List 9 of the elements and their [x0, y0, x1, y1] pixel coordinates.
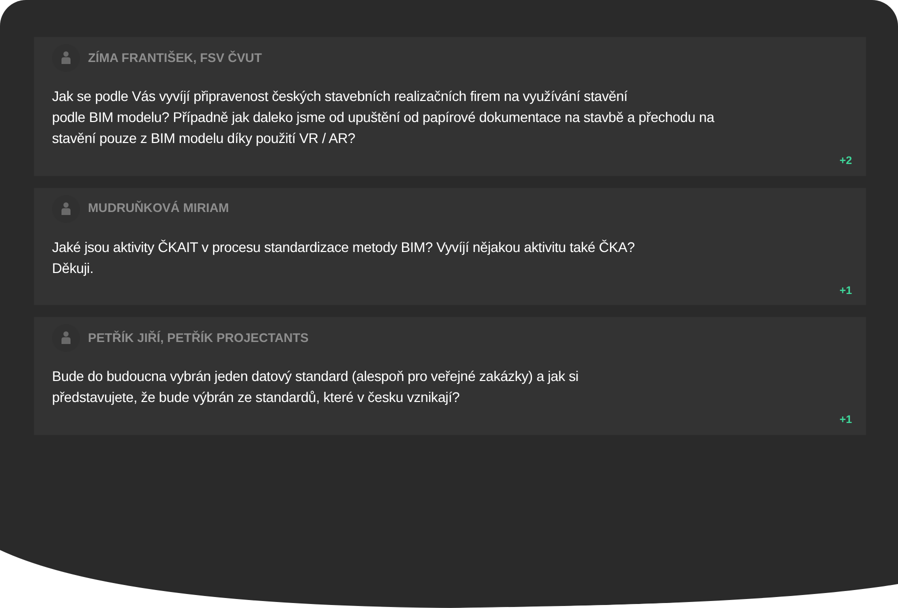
author-name: PETŘÍK JIŘÍ, PETŘÍK PROJECTANTS: [88, 330, 309, 347]
vote-count: +2: [839, 154, 852, 169]
vote-count: +1: [839, 284, 852, 298]
question-text: Bude do budoucna vybrán jeden datový standard (alespoň pro veřejné zakázky) a jak si představujete, že bude výbrán ze standardů, které v česku vznikají?: [52, 367, 580, 407]
vote-count: +1: [839, 413, 852, 428]
question-text: Jaké jsou aktivity ČKAIT v procesu standardizace metody BIM? Vyvíjí nějakou aktivitu také ČKA? Děkuji.: [52, 238, 636, 278]
author-name: ZÍMA FRANTIŠEK, FSV ČVUT: [88, 50, 262, 67]
question-text: Jak se podle Vás vyvíjí připravenost českých stavebních realizačních firem na využívání stavění podle BIM modelu? Případně jak daleko jsme od upuštění od papírové dokumentace na stavbě a přechodu na stavění pouze z BIM modelu díky použití VR / AR?: [52, 87, 716, 148]
author-name: MUDRUŇKOVÁ MIRIAM: [88, 200, 229, 218]
